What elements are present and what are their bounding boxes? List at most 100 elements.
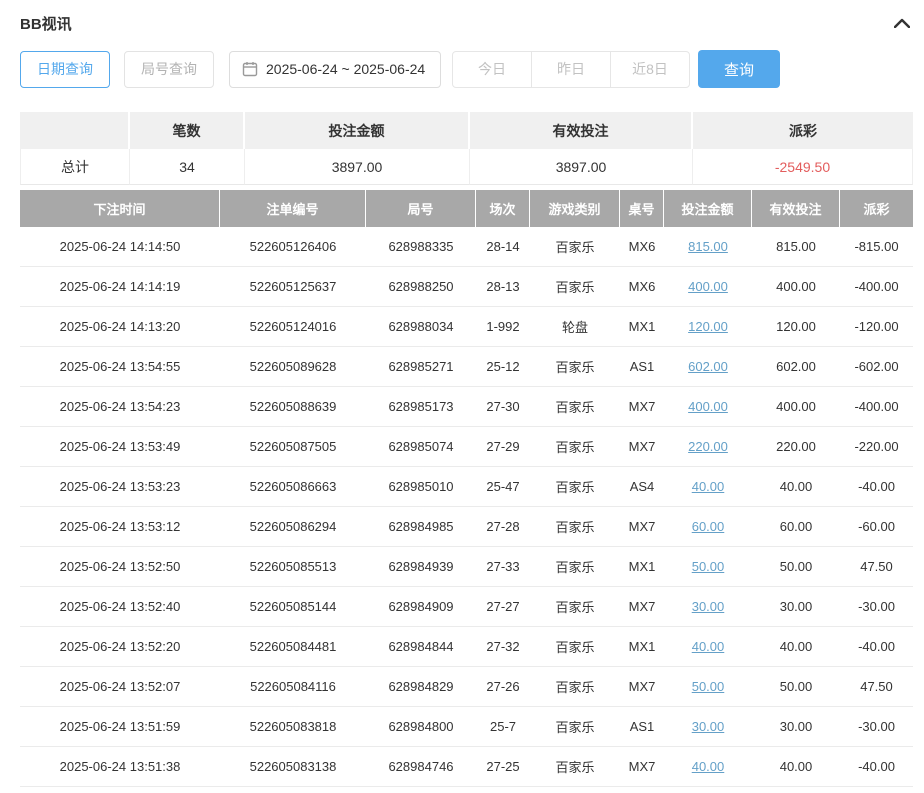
payout-cell: -30.00	[840, 707, 913, 747]
bet-no-cell: 522605087505	[220, 427, 366, 467]
table-no-cell: MX7	[620, 387, 664, 427]
bet-amount-link[interactable]: 400.00	[688, 399, 728, 414]
table-row: 2025-06-24 13:51:38 522605083138 6289847…	[20, 747, 913, 787]
today-button[interactable]: 今日	[452, 51, 532, 88]
bet-amount-cell: 30.00	[664, 707, 752, 747]
session-cell: 27-27	[476, 587, 530, 627]
bet-amount-link[interactable]: 50.00	[692, 559, 725, 574]
bet-amount-link[interactable]: 30.00	[692, 719, 725, 734]
summary-total-row: 总计 34 3897.00 3897.00 -2549.50	[20, 149, 913, 185]
valid-bet-cell: 400.00	[752, 387, 840, 427]
session-cell: 25-12	[476, 347, 530, 387]
session-cell: 27-26	[476, 667, 530, 707]
table-row: 2025-06-24 13:53:12 522605086294 6289849…	[20, 507, 913, 547]
round-no-cell: 628988034	[366, 307, 476, 347]
yesterday-button[interactable]: 昨日	[531, 51, 611, 88]
session-cell: 27-28	[476, 507, 530, 547]
table-row: 2025-06-24 13:53:49 522605087505 6289850…	[20, 427, 913, 467]
table-row: 2025-06-24 13:52:20 522605084481 6289848…	[20, 627, 913, 667]
search-button[interactable]: 查询	[698, 50, 780, 88]
date-range-value: 2025-06-24 ~ 2025-06-24	[266, 61, 425, 77]
game-type-cell: 百家乐	[530, 507, 620, 547]
bet-time-cell: 2025-06-24 13:53:23	[20, 467, 220, 507]
round-no-cell: 628984746	[366, 747, 476, 787]
round-no-cell: 628985010	[366, 467, 476, 507]
table-no-cell: MX1	[620, 627, 664, 667]
valid-bet-cell: 400.00	[752, 267, 840, 307]
bet-time-cell: 2025-06-24 13:52:50	[20, 547, 220, 587]
game-type-cell: 百家乐	[530, 427, 620, 467]
game-type-cell: 百家乐	[530, 707, 620, 747]
col-valid-bet: 有效投注	[752, 190, 840, 227]
col-bet-time: 下注时间	[20, 190, 220, 227]
round-no-cell: 628984829	[366, 667, 476, 707]
bet-time-cell: 2025-06-24 13:54:55	[20, 347, 220, 387]
valid-bet-cell: 50.00	[752, 667, 840, 707]
bet-amount-link[interactable]: 815.00	[688, 239, 728, 254]
bet-amount-link[interactable]: 40.00	[692, 759, 725, 774]
bet-table-body: 2025-06-24 14:14:50 522605126406 6289883…	[20, 227, 913, 787]
table-row: 2025-06-24 13:54:55 522605089628 6289852…	[20, 347, 913, 387]
bet-time-cell: 2025-06-24 13:52:40	[20, 587, 220, 627]
summary-total-label: 总计	[20, 149, 130, 185]
tab-round-query[interactable]: 局号查询	[124, 51, 214, 88]
bet-amount-link[interactable]: 220.00	[688, 439, 728, 454]
payout-cell: -400.00	[840, 387, 913, 427]
valid-bet-cell: 120.00	[752, 307, 840, 347]
bet-amount-cell: 602.00	[664, 347, 752, 387]
bet-amount-cell: 30.00	[664, 587, 752, 627]
table-no-cell: AS4	[620, 467, 664, 507]
table-no-cell: MX7	[620, 587, 664, 627]
bet-no-cell: 522605124016	[220, 307, 366, 347]
last-8-days-button[interactable]: 近8日	[610, 51, 690, 88]
bet-time-cell: 2025-06-24 13:52:07	[20, 667, 220, 707]
game-type-cell: 百家乐	[530, 267, 620, 307]
payout-cell: -40.00	[840, 467, 913, 507]
payout-cell: 47.50	[840, 547, 913, 587]
summary-header-blank	[20, 112, 130, 149]
table-row: 2025-06-24 13:54:23 522605088639 6289851…	[20, 387, 913, 427]
valid-bet-cell: 60.00	[752, 507, 840, 547]
bet-records-table: 下注时间 注单编号 局号 场次 游戏类别 桌号 投注金额 有效投注 派彩 202…	[20, 190, 913, 787]
bet-amount-link[interactable]: 60.00	[692, 519, 725, 534]
table-no-cell: MX7	[620, 507, 664, 547]
bet-amount-link[interactable]: 120.00	[688, 319, 728, 334]
round-no-cell: 628984939	[366, 547, 476, 587]
page-title: BB视讯	[20, 13, 72, 34]
summary-header-valid-bet: 有效投注	[470, 112, 693, 149]
valid-bet-cell: 220.00	[752, 427, 840, 467]
bet-no-cell: 522605085513	[220, 547, 366, 587]
valid-bet-cell: 30.00	[752, 587, 840, 627]
bet-no-cell: 522605084481	[220, 627, 366, 667]
bet-no-cell: 522605083818	[220, 707, 366, 747]
table-row: 2025-06-24 14:14:50 522605126406 6289883…	[20, 227, 913, 267]
table-no-cell: AS1	[620, 707, 664, 747]
bet-amount-link[interactable]: 602.00	[688, 359, 728, 374]
summary-valid-bet-value: 3897.00	[470, 149, 693, 185]
table-no-cell: AS1	[620, 347, 664, 387]
bet-amount-cell: 815.00	[664, 227, 752, 267]
bet-amount-link[interactable]: 30.00	[692, 599, 725, 614]
table-no-cell: MX6	[620, 267, 664, 307]
bet-time-cell: 2025-06-24 13:53:12	[20, 507, 220, 547]
payout-cell: -120.00	[840, 307, 913, 347]
round-no-cell: 628988250	[366, 267, 476, 307]
bet-amount-cell: 400.00	[664, 267, 752, 307]
bet-amount-link[interactable]: 50.00	[692, 679, 725, 694]
summary-payout-value: -2549.50	[693, 149, 913, 185]
bet-amount-cell: 40.00	[664, 467, 752, 507]
bet-time-cell: 2025-06-24 13:53:49	[20, 427, 220, 467]
table-no-cell: MX1	[620, 307, 664, 347]
bet-amount-link[interactable]: 40.00	[692, 639, 725, 654]
round-no-cell: 628985173	[366, 387, 476, 427]
bet-no-cell: 522605089628	[220, 347, 366, 387]
table-no-cell: MX7	[620, 747, 664, 787]
collapse-button[interactable]	[891, 12, 913, 34]
col-game-type: 游戏类别	[530, 190, 620, 227]
date-range-input[interactable]: 2025-06-24 ~ 2025-06-24	[229, 51, 441, 88]
game-type-cell: 轮盘	[530, 307, 620, 347]
tab-date-query[interactable]: 日期查询	[20, 51, 110, 88]
bet-amount-link[interactable]: 40.00	[692, 479, 725, 494]
bet-amount-link[interactable]: 400.00	[688, 279, 728, 294]
col-round-no: 局号	[366, 190, 476, 227]
